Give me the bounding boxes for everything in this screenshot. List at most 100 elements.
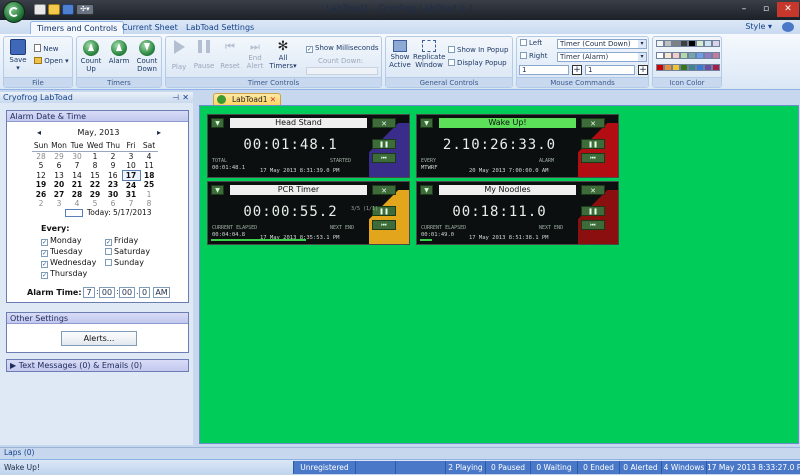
color-swatch[interactable] <box>696 40 704 47</box>
help-icon[interactable] <box>782 22 794 32</box>
timer-card[interactable]: ▼ Head Stand ✕ 00:01:48.1 ❚❚ ⏮ TOTAL 00:01:48.1… <box>207 114 410 178</box>
calendar-day[interactable]: 29 <box>50 151 68 161</box>
show-milliseconds-checkbox[interactable]: ✓ Show Milliseconds <box>306 44 379 53</box>
document-tab[interactable]: LabToad1 ✕ <box>213 93 281 105</box>
left-number-input[interactable]: 1 <box>519 65 569 75</box>
timer-pause-button[interactable]: ❚❚ <box>581 206 605 216</box>
timer-name[interactable]: My Noodles <box>439 185 576 195</box>
calendar-day[interactable]: 24 <box>122 180 140 190</box>
minimize-button[interactable]: – <box>733 2 755 17</box>
play-button[interactable]: Play <box>169 40 189 71</box>
right-plus-button[interactable]: + <box>638 65 648 75</box>
timer-reset-button[interactable]: ⏮ <box>372 153 396 163</box>
calendar-grid[interactable]: Sun Mon Tue Wed Thu Fri Sat 28 29 30 1 2 3 4 5 6 7 8 9 10 1… <box>32 141 158 208</box>
calendar-day[interactable]: 7 <box>122 199 140 208</box>
timer-reset-button[interactable]: ⏮ <box>581 220 605 230</box>
show-in-popup-checkbox[interactable]: Show In Popup <box>448 46 508 55</box>
laps-tab[interactable]: Laps (0) <box>0 448 34 457</box>
timer-reset-button[interactable]: ⏮ <box>372 220 396 230</box>
calendar-day[interactable]: 3 <box>50 199 68 208</box>
alarm-ms-input[interactable]: 0 <box>139 287 150 298</box>
style-menu[interactable]: Style ▾ <box>745 22 772 31</box>
pause-button[interactable]: Pause <box>192 40 216 70</box>
color-swatch[interactable] <box>704 64 712 71</box>
color-swatch[interactable] <box>696 52 704 59</box>
timer-name[interactable]: Head Stand <box>230 118 367 128</box>
new-button[interactable]: New <box>34 44 59 54</box>
left-plus-button[interactable]: + <box>572 65 582 75</box>
close-tab-icon[interactable]: ✕ <box>270 94 276 105</box>
display-popup-checkbox[interactable]: Display Popup <box>448 59 507 68</box>
timer-close-button[interactable]: ✕ <box>581 118 605 128</box>
color-swatch[interactable] <box>672 52 680 59</box>
calendar-day[interactable]: 17 <box>121 169 141 181</box>
close-window-button[interactable]: ✕ <box>777 2 799 17</box>
calendar-day[interactable]: 5 <box>86 199 104 208</box>
app-menu-button[interactable] <box>3 1 25 23</box>
alarm-button[interactable]: Alarm <box>106 40 132 65</box>
alarm-second-input[interactable]: 00 <box>119 287 135 298</box>
timer-pause-button[interactable]: ❚❚ <box>372 139 396 149</box>
timer-menu-button[interactable]: ▼ <box>211 185 224 195</box>
calendar-day[interactable]: 1 <box>86 151 104 161</box>
calendar-day[interactable]: 10 <box>122 161 140 171</box>
all-timers-button[interactable]: ✻ All Timers▾ <box>269 40 297 70</box>
calendar-day[interactable]: 14 <box>68 170 86 180</box>
show-active-button[interactable]: Show Active <box>388 40 412 69</box>
timer-close-button[interactable]: ✕ <box>372 118 396 128</box>
calendar-day[interactable]: 22 <box>86 180 104 190</box>
calendar-day[interactable]: 12 <box>32 170 50 180</box>
day-checkbox[interactable]: ✓ Friday <box>105 236 138 246</box>
calendar-day[interactable]: 4 <box>68 199 86 208</box>
timer-card[interactable]: ▼ My Noodles ✕ 00:18:11.0 ❚❚ ⏮ CURRENT ELAPSED… <box>416 181 619 245</box>
tab-current-sheet[interactable]: Current Sheet <box>116 21 184 34</box>
calendar-day[interactable]: 25 <box>140 180 158 190</box>
registration-status[interactable]: Unregistered <box>293 461 355 474</box>
calendar-day[interactable]: 11 <box>140 161 158 171</box>
day-checkbox[interactable]: ✓ Monday <box>41 236 82 246</box>
save-button[interactable]: Save ▾ <box>7 39 29 72</box>
calendar-day[interactable]: 4 <box>140 151 158 161</box>
day-checkbox[interactable]: ✓ Thursday <box>41 269 87 279</box>
timer-reset-button[interactable]: ⏮ <box>581 153 605 163</box>
calendar-day[interactable]: 31 <box>122 190 140 199</box>
pin-icon[interactable]: ⊣ <box>172 92 179 103</box>
day-checkbox[interactable]: ✓ Wednesday <box>41 258 96 268</box>
color-swatch[interactable] <box>680 64 688 71</box>
calendar-day[interactable]: 9 <box>104 161 122 171</box>
today-link[interactable]: Today: 5/17/2013 <box>87 208 152 217</box>
replicate-window-button[interactable]: Replicate Window <box>413 40 445 69</box>
save-icon[interactable] <box>62 4 74 15</box>
day-checkbox[interactable]: Saturday <box>105 247 150 256</box>
color-swatch[interactable] <box>656 64 664 71</box>
tab-labtoad-settings[interactable]: LabToad Settings <box>180 21 260 34</box>
calendar-day[interactable]: 30 <box>68 151 86 161</box>
calendar-day[interactable]: 5 <box>32 161 50 171</box>
timer-menu-button[interactable]: ▼ <box>420 118 433 128</box>
color-swatch[interactable] <box>672 40 680 47</box>
close-panel-icon[interactable]: ✕ <box>182 92 189 103</box>
day-checkbox[interactable]: Sunday <box>105 258 144 267</box>
color-swatch[interactable] <box>672 64 680 71</box>
calendar-day[interactable]: 30 <box>104 190 122 199</box>
maximize-button[interactable]: ▫ <box>755 2 777 17</box>
alarm-minute-input[interactable]: 00 <box>99 287 115 298</box>
customize-qat-icon[interactable]: ✣▾ <box>76 4 94 15</box>
right-number-input[interactable]: 1 <box>585 65 635 75</box>
timer-menu-button[interactable]: ▼ <box>420 185 433 195</box>
calendar-day[interactable]: 7 <box>68 161 86 171</box>
color-swatch[interactable] <box>696 64 704 71</box>
calendar-day[interactable]: 28 <box>32 151 50 161</box>
calendar-day[interactable]: 8 <box>86 161 104 171</box>
calendar-day[interactable]: 26 <box>32 190 50 199</box>
timer-card[interactable]: ▼ Wake Up! ✕ 2.10:26:33.0 ❚❚ ⏮ EVERY MTWRF ALARM… <box>416 114 619 178</box>
end-alert-button[interactable]: ⏭ End Alert <box>244 40 266 70</box>
timer-close-button[interactable]: ✕ <box>581 185 605 195</box>
calendar-day[interactable]: 16 <box>104 170 122 180</box>
timer-name[interactable]: PCR Timer <box>230 185 367 195</box>
open-button[interactable]: Open ▾ <box>34 57 69 66</box>
timer-pause-button[interactable]: ❚❚ <box>581 139 605 149</box>
tab-timers-and-controls[interactable]: Timers and Controls <box>30 21 125 34</box>
calendar-day[interactable]: 18 <box>140 170 158 180</box>
color-swatch[interactable] <box>680 52 688 59</box>
